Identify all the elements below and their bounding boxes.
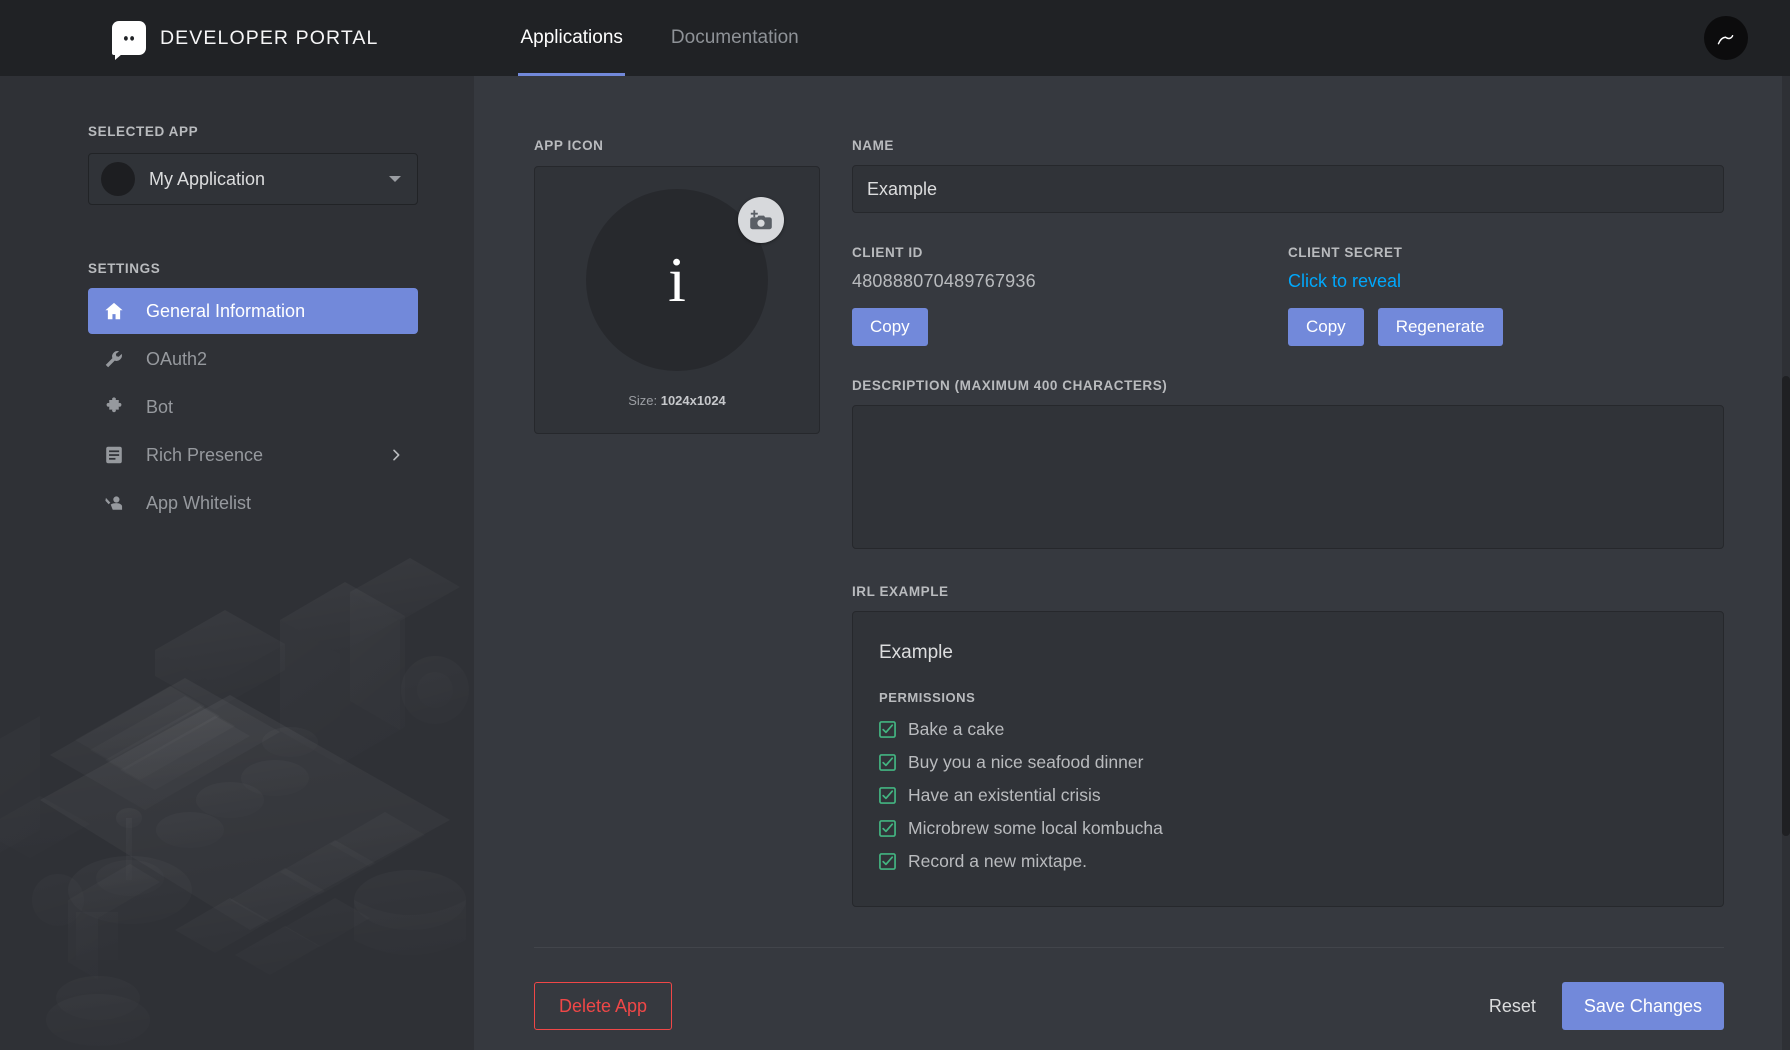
size-value: 1024x1024 — [660, 393, 726, 408]
permission-item: Microbrew some local kombucha — [879, 818, 1697, 839]
chevron-down-icon — [389, 176, 401, 182]
permission-item: Buy you a nice seafood dinner — [879, 752, 1697, 773]
discord-logo-icon — [112, 21, 146, 60]
permission-label: Bake a cake — [908, 719, 1005, 739]
checkbox-checked-icon — [879, 820, 896, 837]
description-group: DESCRIPTION (MAXIMUM 400 CHARACTERS) — [852, 378, 1724, 554]
name-field-group: NAME — [852, 138, 1724, 213]
sidebar-item-app-whitelist-label: App Whitelist — [146, 492, 252, 513]
sidebar-item-bot-label: Bot — [146, 396, 174, 417]
reset-button[interactable]: Reset — [1489, 996, 1536, 1017]
home-icon — [102, 299, 126, 323]
name-input[interactable] — [852, 165, 1724, 213]
permissions-label: PERMISSIONS — [879, 690, 976, 705]
checkbox-checked-icon — [879, 787, 896, 804]
sidebar-item-app-whitelist[interactable]: App Whitelist — [88, 480, 418, 526]
client-id-label: CLIENT ID — [852, 245, 923, 260]
app-icon-section: APP ICON i Size: 1024x1024 — [534, 138, 820, 907]
sidebar-item-general-information-label: General Information — [146, 300, 306, 321]
permission-item: Have an existential crisis — [879, 785, 1697, 806]
page-body: SELECTED APP My Application SETTINGS Gen… — [0, 76, 1790, 1050]
selected-app-name: My Application — [149, 168, 266, 189]
sidebar-item-general-information[interactable]: General Information — [88, 288, 418, 334]
client-id-buttons: Copy — [852, 308, 1288, 346]
wrench-icon — [102, 347, 126, 371]
irl-example-label: IRL EXAMPLE — [852, 584, 949, 599]
irl-example-card: Example PERMISSIONS Bake a cake Buy you … — [852, 611, 1724, 907]
developer-portal-app: DEVELOPER PORTAL Applications Documentat… — [0, 0, 1790, 1050]
document-lines-icon — [102, 443, 126, 467]
app-icon-size-hint: Size: 1024x1024 — [628, 393, 726, 408]
brand-title: DEVELOPER PORTAL — [160, 26, 379, 49]
app-icon-upload-box[interactable]: i Size: 1024x1024 — [534, 166, 820, 434]
sidebar-content: SELECTED APP My Application SETTINGS Gen… — [0, 76, 474, 526]
sidebar: SELECTED APP My Application SETTINGS Gen… — [0, 76, 474, 1050]
size-prefix: Size: — [628, 393, 658, 408]
permission-label: Have an existential crisis — [908, 785, 1101, 805]
footer-actions-right: Reset Save Changes — [1489, 982, 1724, 1030]
checkbox-checked-icon — [879, 853, 896, 870]
credentials-row: CLIENT ID 480888070489767936 Copy CLIENT… — [852, 245, 1724, 346]
client-secret-group: CLIENT SECRET Click to reveal Copy Regen… — [1288, 245, 1724, 346]
irl-example-group: IRL EXAMPLE Example PERMISSIONS Bake a c… — [852, 584, 1724, 907]
checkbox-checked-icon — [879, 721, 896, 738]
regenerate-client-secret-button[interactable]: Regenerate — [1377, 308, 1503, 346]
form-section: NAME CLIENT ID 480888070489767936 Copy — [852, 138, 1724, 907]
checkbox-checked-icon — [879, 754, 896, 771]
sidebar-item-rich-presence[interactable]: Rich Presence — [88, 432, 418, 478]
description-label: DESCRIPTION (MAXIMUM 400 CHARACTERS) — [852, 378, 1168, 393]
reveal-client-secret-link[interactable]: Click to reveal — [1288, 271, 1724, 292]
app-icon-label: APP ICON — [534, 138, 604, 153]
irl-app-name: Example — [879, 642, 953, 663]
save-changes-button[interactable]: Save Changes — [1561, 982, 1724, 1030]
selected-app-label: SELECTED APP — [88, 124, 199, 139]
footer-actions: Delete App Reset Save Changes — [534, 948, 1724, 1050]
client-secret-buttons: Copy Regenerate — [1288, 308, 1724, 346]
description-textarea[interactable] — [852, 405, 1724, 549]
permission-item: Bake a cake — [879, 719, 1697, 740]
isometric-decoration — [0, 558, 469, 1046]
header-nav: Applications Documentation — [518, 0, 800, 76]
tab-applications[interactable]: Applications — [518, 0, 626, 76]
main-content: APP ICON i Size: 1024x1024 NAME Example … — [474, 76, 1790, 1050]
sidebar-item-oauth2[interactable]: OAuth2 — [88, 336, 418, 382]
brand[interactable]: DEVELOPER PORTAL — [112, 21, 379, 60]
app-icon-placeholder-glyph: i — [668, 244, 686, 315]
client-secret-label: CLIENT SECRET — [1288, 245, 1403, 260]
person-check-icon — [102, 491, 126, 515]
permissions-list: Bake a cake Buy you a nice seafood dinne… — [879, 719, 1697, 872]
chevron-right-icon — [388, 447, 404, 463]
settings-label: SETTINGS — [88, 261, 161, 276]
sidebar-item-bot[interactable]: Bot — [88, 384, 418, 430]
main-scroll-container: APP ICON i Size: 1024x1024 NAME Example … — [534, 76, 1724, 1050]
copy-client-secret-button[interactable]: Copy — [1288, 308, 1364, 346]
tab-documentation-label: Documentation — [670, 27, 799, 48]
client-id-value: 480888070489767936 — [852, 271, 1036, 291]
app-selector-dropdown[interactable]: My Application — [88, 153, 418, 205]
app-icon-preview: i — [586, 189, 784, 371]
name-label: NAME — [852, 138, 894, 153]
scrollbar-thumb[interactable] — [1782, 376, 1790, 836]
user-avatar-icon[interactable] — [1704, 16, 1748, 60]
client-id-group: CLIENT ID 480888070489767936 Copy — [852, 245, 1288, 346]
sidebar-item-oauth2-label: OAuth2 — [146, 348, 208, 369]
app-avatar — [101, 162, 135, 196]
puzzle-piece-icon — [102, 395, 126, 419]
tab-applications-label: Applications — [520, 27, 623, 48]
tab-documentation[interactable]: Documentation — [669, 0, 801, 76]
permission-label: Record a new mixtape. — [908, 851, 1087, 871]
sidebar-nav-list: General Information OAuth2 Bot Rich Pres… — [88, 288, 418, 526]
top-header: DEVELOPER PORTAL Applications Documentat… — [0, 0, 1790, 76]
delete-app-button[interactable]: Delete App — [534, 982, 673, 1030]
add-photo-icon[interactable] — [738, 197, 784, 243]
sidebar-item-rich-presence-label: Rich Presence — [146, 444, 264, 465]
top-section: APP ICON i Size: 1024x1024 NAME Example … — [534, 76, 1724, 907]
copy-client-id-button[interactable]: Copy — [852, 308, 928, 346]
permission-label: Microbrew some local kombucha — [908, 818, 1163, 838]
permission-label: Buy you a nice seafood dinner — [908, 752, 1144, 772]
permission-item: Record a new mixtape. — [879, 851, 1697, 872]
